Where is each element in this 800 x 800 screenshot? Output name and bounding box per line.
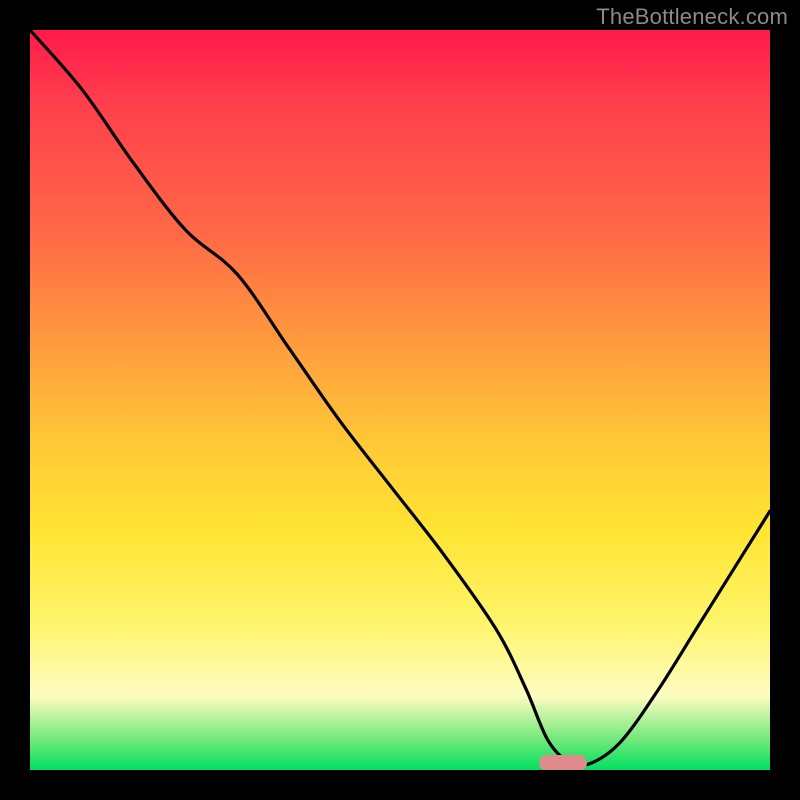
watermark-text: TheBottleneck.com [596,4,788,30]
plot-area [30,30,770,770]
optimal-marker [539,755,587,770]
bottleneck-curve [30,30,770,770]
chart-frame: TheBottleneck.com [0,0,800,800]
